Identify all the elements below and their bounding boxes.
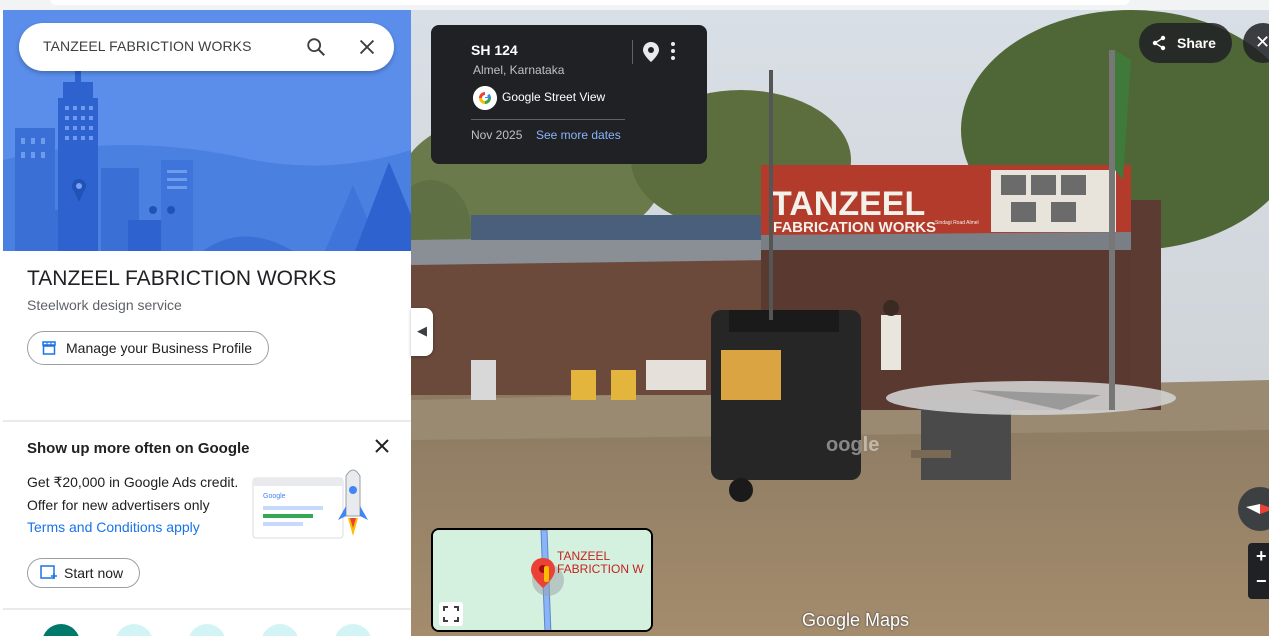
action-button-send-to-phone[interactable] — [261, 624, 299, 636]
promo-offer-text: Offer for new advertisers only — [27, 497, 210, 513]
action-button-share[interactable] — [334, 624, 372, 636]
promo-title: Show up more often on Google — [27, 440, 250, 457]
close-promo-icon[interactable] — [372, 436, 392, 456]
manage-business-profile-label: Manage your Business Profile — [66, 340, 252, 356]
signboard-subtitle: FABRICATION WORKS — [773, 219, 936, 236]
mini-map-graphic — [433, 530, 651, 630]
collapse-side-panel-button[interactable]: ◀ — [411, 308, 433, 356]
google-logo-icon — [473, 86, 497, 110]
share-icon — [1152, 35, 1166, 51]
storefront-icon — [42, 341, 56, 355]
action-button-save[interactable] — [115, 624, 153, 636]
place-hero-illustration: TANZEEL FABRICTION WORKS — [3, 10, 411, 251]
street-view-info-card: SH 124 Almel, Karnataka Google Street Vi… — [431, 25, 707, 164]
place-title: TANZEEL FABRICTION WORKS — [27, 267, 337, 290]
share-button[interactable]: Share — [1139, 23, 1232, 63]
zoom-in-button[interactable]: + — [1256, 546, 1267, 567]
start-now-button[interactable]: Start now — [27, 558, 141, 588]
mini-map[interactable]: TANZEEL FABRICTION W — [431, 528, 653, 632]
add-ad-icon — [40, 565, 57, 579]
terms-link[interactable]: Terms and Conditions apply — [27, 519, 200, 535]
close-icon: ✕ — [1255, 32, 1269, 52]
ads-illustration-logo: Google — [263, 493, 286, 500]
card-separator — [632, 40, 633, 64]
search-icon[interactable] — [305, 36, 327, 58]
action-button-nearby[interactable] — [188, 624, 226, 636]
compass-control[interactable] — [1238, 487, 1269, 531]
search-box[interactable]: TANZEEL FABRICTION WORKS — [19, 23, 394, 71]
fullscreen-icon — [443, 606, 459, 622]
search-input[interactable]: TANZEEL FABRICTION WORKS — [43, 38, 252, 54]
expand-map-button[interactable] — [439, 602, 463, 626]
place-side-panel: TANZEEL FABRICTION WORKS TANZEEL FABRICT… — [3, 10, 411, 636]
section-divider — [3, 420, 411, 422]
top-bar-edge — [50, 0, 1130, 5]
zoom-out-button[interactable]: − — [1256, 571, 1267, 592]
zoom-controls: + − — [1248, 543, 1269, 599]
clear-search-icon[interactable] — [356, 36, 378, 58]
start-now-label: Start now — [64, 565, 124, 581]
signboard-tag: Sindagi Road Almel — [935, 220, 979, 226]
share-label: Share — [1177, 35, 1216, 51]
more-options-icon[interactable] — [669, 41, 677, 61]
manage-business-profile-button[interactable]: Manage your Business Profile — [27, 331, 269, 365]
ads-rocket-illustration: Google — [252, 469, 368, 539]
capture-date: Nov 2025 — [471, 128, 523, 142]
location-name: Almel, Karnataka — [473, 63, 565, 77]
chevron-left-icon: ◀ — [417, 323, 427, 338]
place-category: Steelwork design service — [27, 297, 182, 313]
section-divider — [3, 608, 411, 610]
road-name: SH 124 — [471, 42, 518, 58]
street-view-brand: Google Street View — [502, 90, 606, 104]
promo-credit-text: Get ₹20,000 in Google Ads credit. — [27, 474, 239, 490]
compass-icon — [1246, 504, 1269, 514]
signboard-title: TANZEEL — [771, 185, 925, 223]
card-divider — [471, 119, 625, 120]
mini-map-place-label: TANZEEL FABRICTION W — [557, 549, 644, 576]
see-more-dates-link[interactable]: See more dates — [536, 128, 621, 142]
google-maps-watermark: Google Maps — [802, 610, 910, 630]
imagery-watermark: oogle — [826, 434, 880, 456]
action-button-directions[interactable] — [42, 624, 80, 636]
browser-top-strip — [0, 0, 1269, 10]
location-pin-icon[interactable] — [642, 41, 660, 63]
